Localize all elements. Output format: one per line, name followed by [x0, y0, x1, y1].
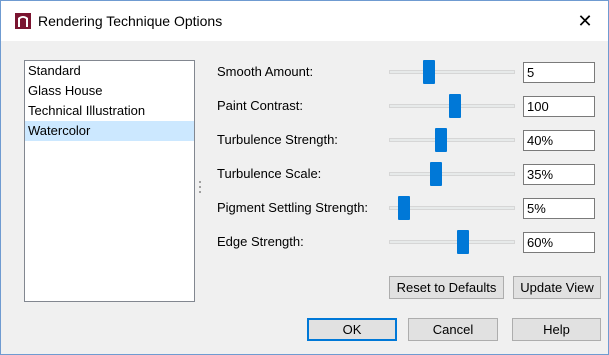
- smooth-amount-slider-thumb[interactable]: [422, 60, 435, 84]
- turbulence-strength-slider-track[interactable]: [389, 138, 515, 142]
- splitter-grip-icon[interactable]: [199, 181, 202, 199]
- technique-list[interactable]: Standard Glass House Technical Illustratio…: [24, 60, 195, 302]
- edge-strength-slider-thumb[interactable]: [456, 230, 469, 254]
- update-view-button[interactable]: Update View: [513, 276, 601, 299]
- turbulence-scale-slider-thumb[interactable]: [430, 162, 443, 186]
- pigment-settling-strength-label: Pigment Settling Strength:: [217, 200, 369, 215]
- technique-item-technical-illustration[interactable]: Technical Illustration: [25, 101, 194, 121]
- help-button[interactable]: Help: [512, 318, 601, 341]
- smooth-amount-slider-track[interactable]: [389, 70, 515, 74]
- technique-item-standard[interactable]: Standard: [25, 61, 194, 81]
- smooth-amount-field[interactable]: 5: [523, 62, 595, 83]
- pigment-settling-strength-field[interactable]: 5%: [523, 198, 595, 219]
- turbulence-strength-field[interactable]: 40%: [523, 130, 595, 151]
- edge-strength-field[interactable]: 60%: [523, 232, 595, 253]
- dialog-title: Rendering Technique Options: [38, 13, 223, 29]
- technique-item-glass-house[interactable]: Glass House: [25, 81, 194, 101]
- reset-to-defaults-button[interactable]: Reset to Defaults: [389, 276, 504, 299]
- paint-contrast-field[interactable]: 100: [523, 96, 595, 117]
- app-icon: [15, 13, 31, 29]
- turbulence-scale-label: Turbulence Scale:: [217, 166, 322, 181]
- title-bar: Rendering Technique Options ✕: [1, 1, 608, 41]
- paint-contrast-label: Paint Contrast:: [217, 98, 303, 113]
- pigment-settling-strength-slider-thumb[interactable]: [398, 196, 411, 220]
- turbulence-strength-slider-thumb[interactable]: [435, 128, 448, 152]
- turbulence-strength-label: Turbulence Strength:: [217, 132, 338, 147]
- turbulence-scale-slider-track[interactable]: [389, 172, 515, 176]
- technique-item-watercolor[interactable]: Watercolor: [25, 121, 194, 141]
- edge-strength-slider-track[interactable]: [389, 240, 515, 244]
- smooth-amount-label: Smooth Amount:: [217, 64, 314, 79]
- cancel-button[interactable]: Cancel: [408, 318, 498, 341]
- close-button[interactable]: ✕: [562, 1, 608, 41]
- paint-contrast-slider-thumb[interactable]: [449, 94, 462, 118]
- ok-button[interactable]: OK: [307, 318, 397, 341]
- edge-strength-label: Edge Strength:: [217, 234, 304, 249]
- rendering-technique-options-dialog: Rendering Technique Options ✕ Standard Gl…: [0, 0, 609, 355]
- turbulence-scale-field[interactable]: 35%: [523, 164, 595, 185]
